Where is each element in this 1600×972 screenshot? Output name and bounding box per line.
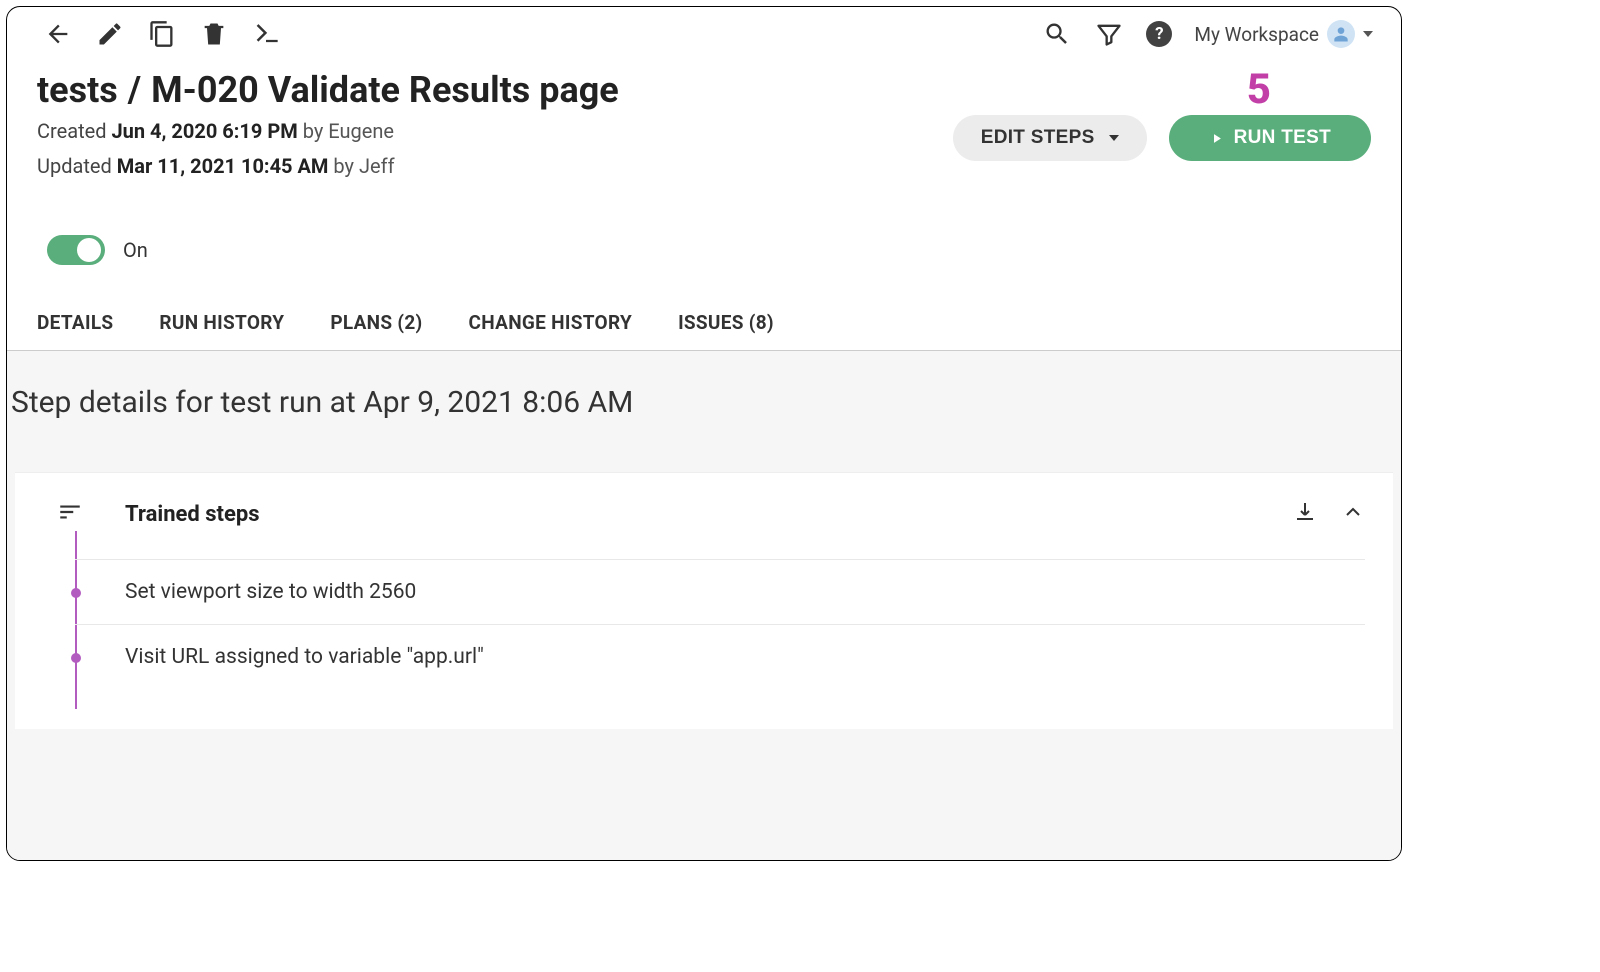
tab-change-history[interactable]: CHANGE HISTORY [469,311,633,334]
workspace-label: My Workspace [1194,23,1319,46]
chevron-down-icon [1363,31,1373,37]
meta-updated: Updated Mar 11, 2021 10:45 AM by Jeff [37,152,619,181]
run-test-button[interactable]: RUN TEST [1169,115,1371,161]
callout-number: 5 [1247,69,1271,111]
steps-list: Set viewport size to width 2560 Visit UR… [75,559,1365,689]
card-title: Trained steps [125,502,260,527]
sort-icon[interactable] [57,499,83,529]
chevron-down-icon [1109,135,1119,141]
page-title: M-020 Validate Results page [151,69,619,111]
run-test-label: RUN TEST [1234,127,1331,149]
step-text: Set viewport size to width 2560 [125,580,416,604]
workspace-dropdown[interactable]: My Workspace [1194,20,1373,48]
step-item[interactable]: Visit URL assigned to variable "app.url" [75,624,1365,689]
toggle-knob [77,238,101,262]
filter-icon[interactable] [1094,19,1124,49]
terminal-icon[interactable] [251,19,281,49]
breadcrumb-root[interactable]: tests [37,69,118,111]
tab-plans[interactable]: PLANS (2) [330,311,422,334]
breadcrumb-sep: / [128,69,141,111]
toggle-label: On [123,238,148,262]
help-icon[interactable]: ? [1146,21,1172,47]
step-text: Visit URL assigned to variable "app.url" [125,645,484,669]
back-arrow-icon[interactable] [43,19,73,49]
tab-details[interactable]: DETAILS [37,311,113,334]
tab-bar: DETAILS RUN HISTORY PLANS (2) CHANGE HIS… [7,265,1401,350]
edit-steps-label: EDIT STEPS [981,127,1095,149]
play-icon [1209,131,1224,146]
meta-created: Created Jun 4, 2020 6:19 PM by Eugene [37,117,619,146]
search-icon[interactable] [1042,19,1072,49]
top-toolbar: ? My Workspace [7,7,1401,53]
breadcrumb: tests / M-020 Validate Results page [37,69,619,111]
enabled-toggle[interactable] [47,235,105,265]
trained-steps-card: Trained steps Set viewport size to width… [15,472,1393,729]
download-icon[interactable] [1293,500,1317,528]
chevron-up-icon[interactable] [1341,500,1365,528]
step-item[interactable]: Set viewport size to width 2560 [75,559,1365,624]
step-details-heading: Step details for test run at Apr 9, 2021… [7,385,1401,472]
delete-trash-icon[interactable] [199,19,229,49]
timeline-dot-icon [71,653,81,663]
tab-issues[interactable]: ISSUES (8) [678,311,774,334]
avatar-icon [1327,20,1355,48]
edit-pencil-icon[interactable] [95,19,125,49]
copy-icon[interactable] [147,19,177,49]
timeline-dot-icon [71,588,81,598]
edit-steps-button[interactable]: EDIT STEPS [953,115,1147,161]
tab-run-history[interactable]: RUN HISTORY [159,311,284,334]
